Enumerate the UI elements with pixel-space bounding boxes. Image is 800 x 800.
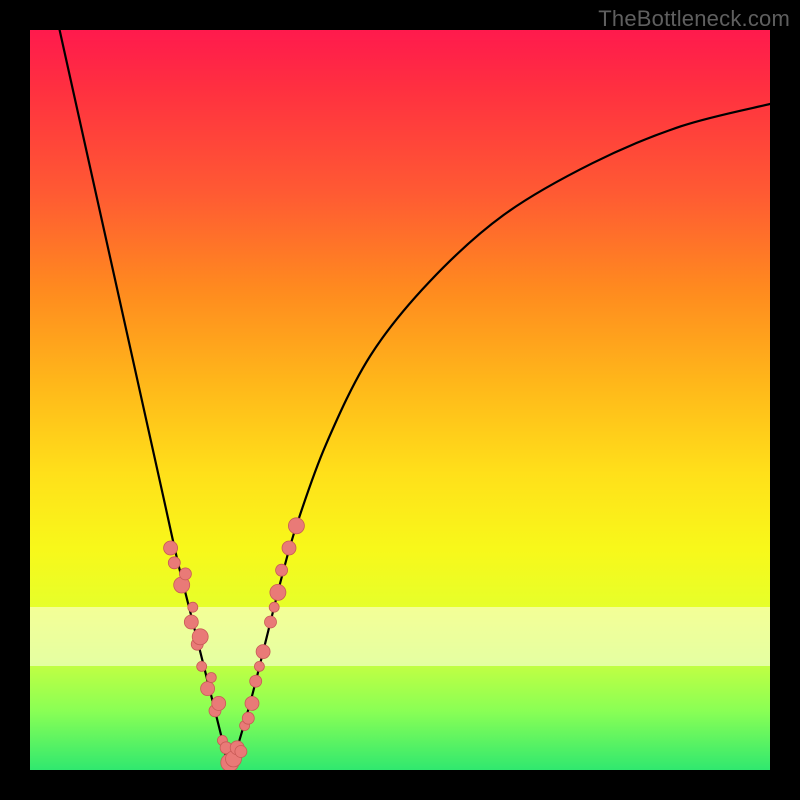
- sample-dot: [179, 568, 191, 580]
- sample-dot: [288, 518, 304, 534]
- sample-dot: [265, 616, 277, 628]
- sample-dot: [212, 696, 226, 710]
- sample-dot: [242, 712, 254, 724]
- sample-dot: [184, 615, 198, 629]
- sample-dot: [256, 645, 270, 659]
- sample-dots-group: [164, 518, 305, 770]
- sample-dot: [235, 746, 247, 758]
- plot-area: [30, 30, 770, 770]
- sample-dot: [192, 629, 208, 645]
- sample-dot: [276, 564, 288, 576]
- sample-dot: [206, 673, 216, 683]
- sample-dot: [254, 661, 264, 671]
- sample-dot: [164, 541, 178, 555]
- watermark-text: TheBottleneck.com: [598, 6, 790, 32]
- sample-dot: [188, 602, 198, 612]
- chart-overlay: [30, 30, 770, 770]
- bottleneck-curve: [60, 30, 770, 770]
- sample-dot: [269, 602, 279, 612]
- sample-dot: [168, 557, 180, 569]
- sample-dot: [201, 682, 215, 696]
- sample-dot: [270, 584, 286, 600]
- sample-dot: [250, 675, 262, 687]
- sample-dot: [245, 696, 259, 710]
- sample-dot: [197, 661, 207, 671]
- chart-stage: TheBottleneck.com: [0, 0, 800, 800]
- sample-dot: [282, 541, 296, 555]
